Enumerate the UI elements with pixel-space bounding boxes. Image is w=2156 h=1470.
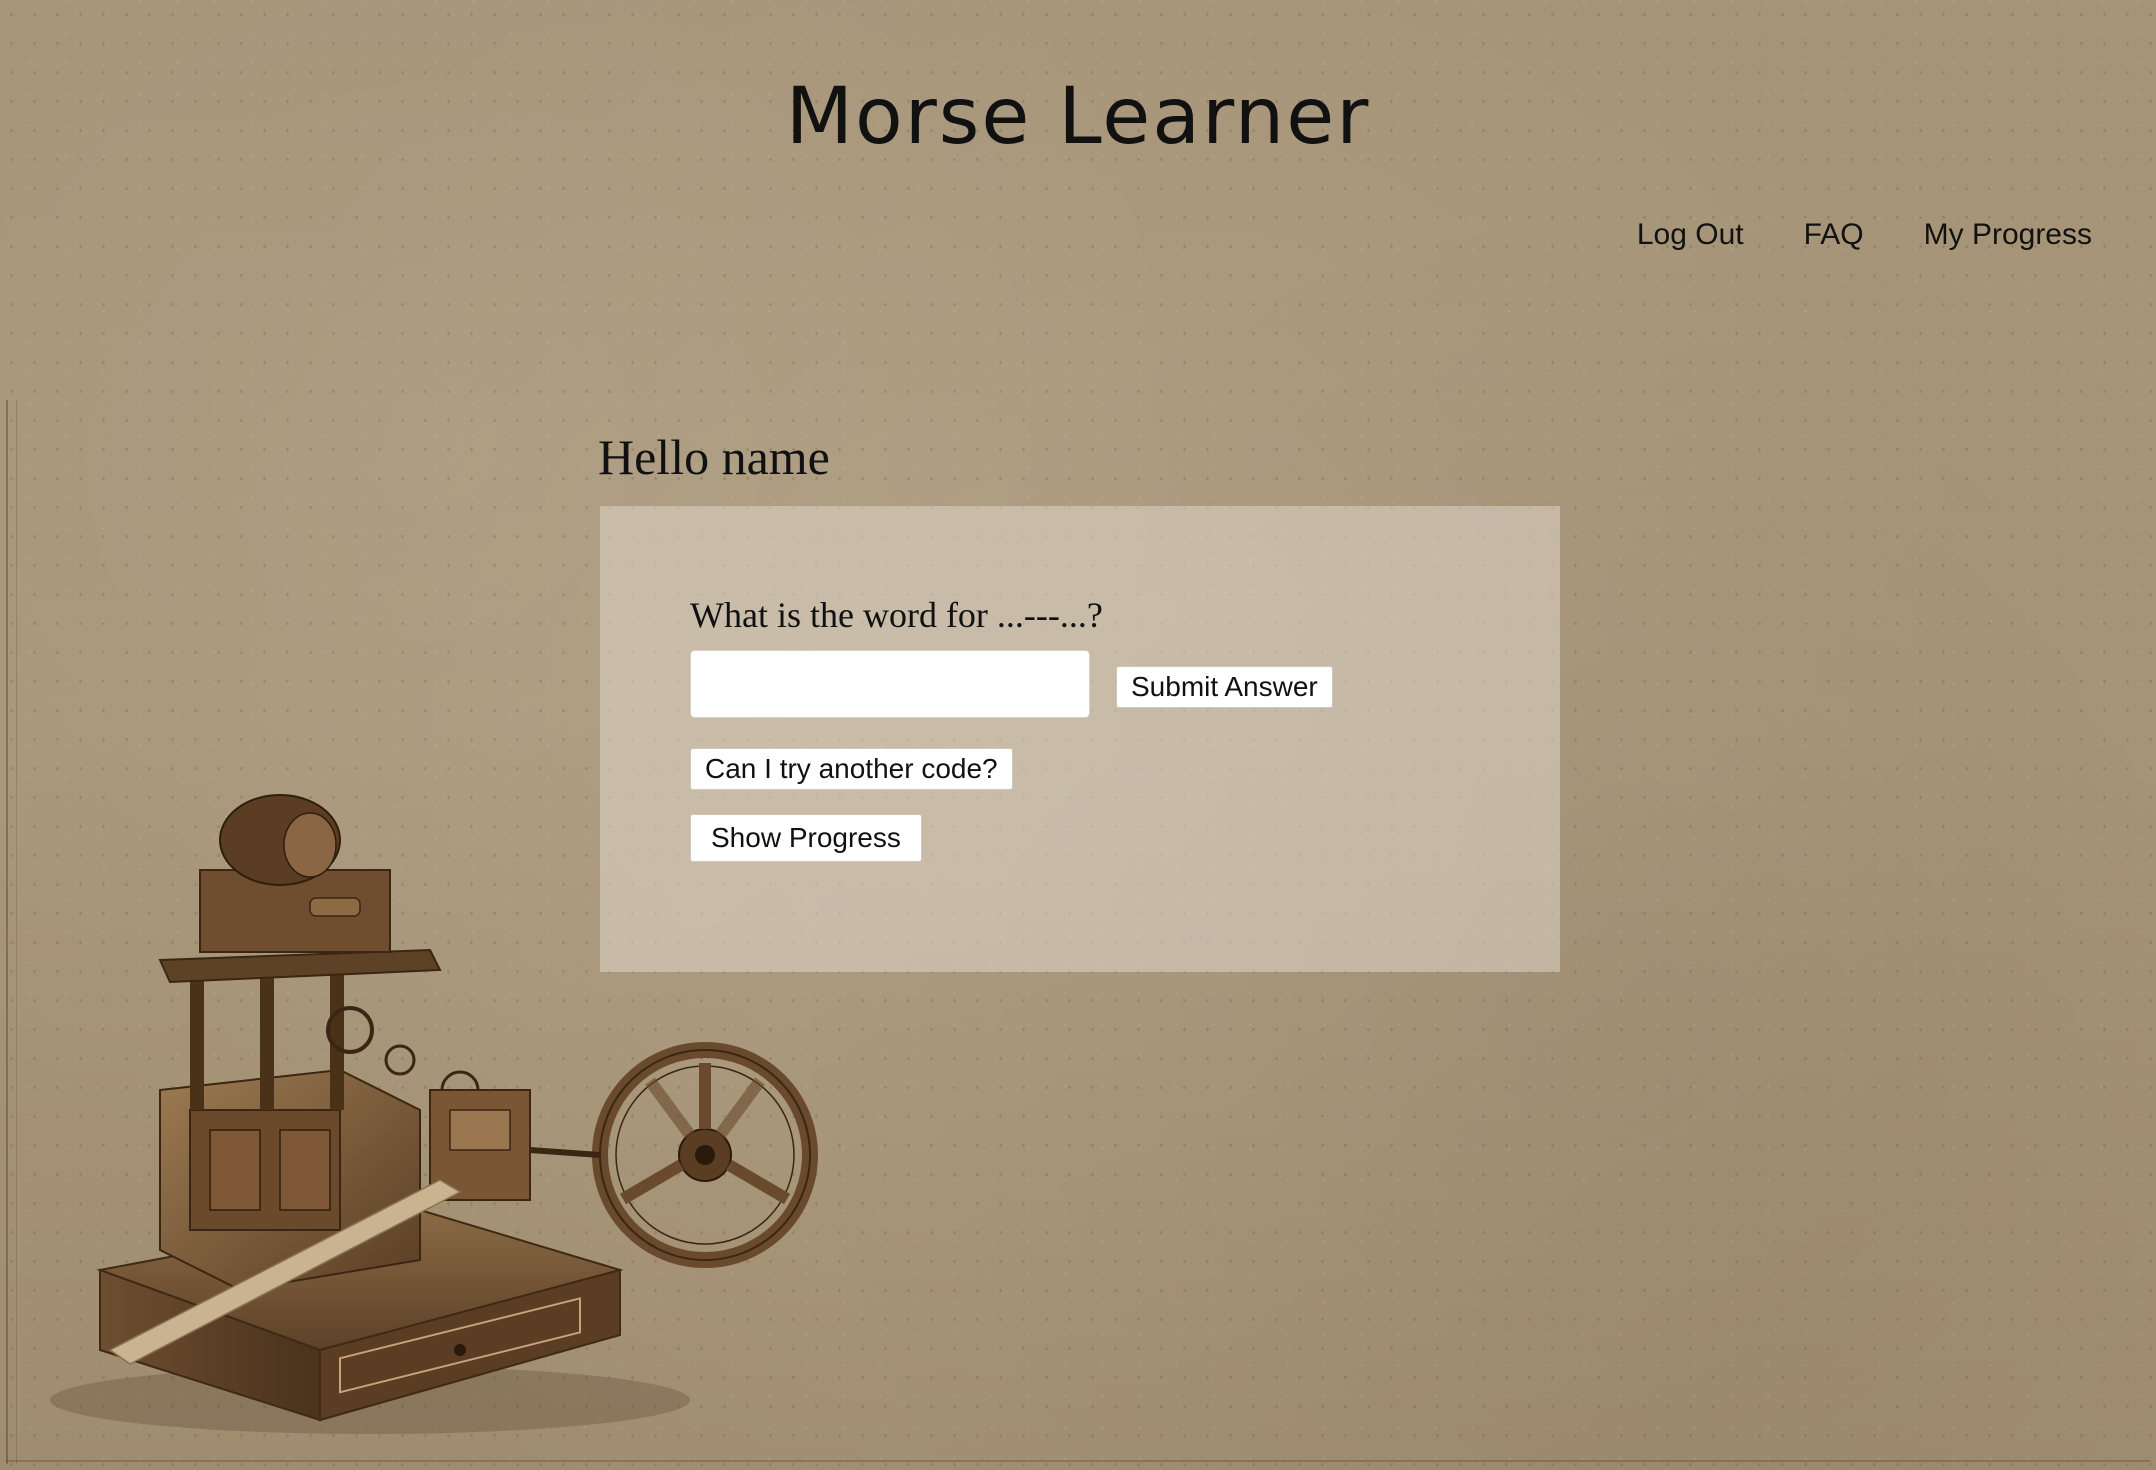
quiz-question: What is the word for ...---...? — [690, 595, 1103, 635]
submit-answer-button[interactable]: Submit Answer — [1116, 666, 1333, 708]
telegraph-machine-icon — [50, 794, 818, 1434]
page-frame-bottom — [6, 1452, 2150, 1462]
top-nav: Log Out FAQ My Progress — [1637, 218, 2092, 252]
nav-faq-link[interactable]: FAQ — [1804, 218, 1864, 252]
answer-input[interactable] — [690, 650, 1090, 718]
nav-my-progress-link[interactable]: My Progress — [1924, 218, 2092, 252]
try-another-code-button[interactable]: Can I try another code? — [690, 748, 1013, 790]
site-title: Morse Learner — [785, 72, 1371, 162]
page-frame-left — [6, 400, 17, 1464]
greeting-heading: Hello name — [598, 429, 830, 485]
nav-log-out-link[interactable]: Log Out — [1637, 218, 1744, 252]
